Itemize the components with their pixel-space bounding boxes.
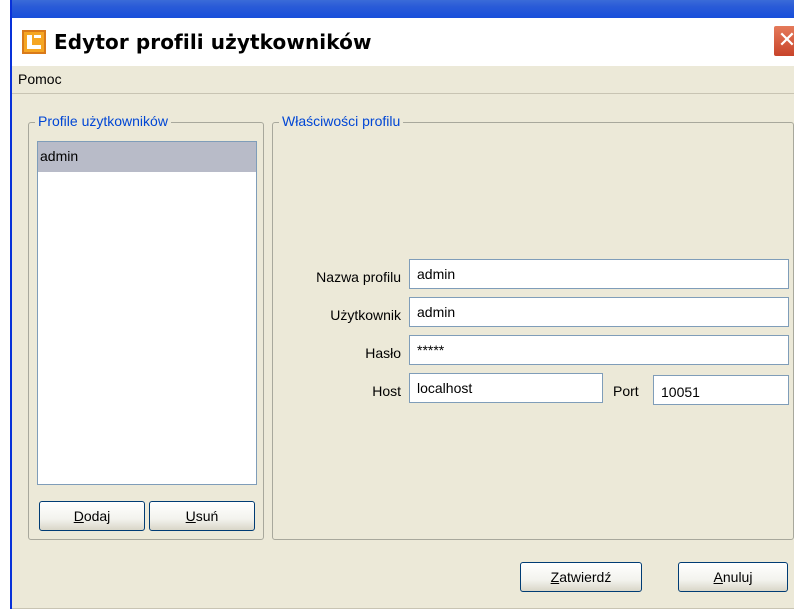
- cancel-button[interactable]: Anuluj: [678, 562, 788, 592]
- port-input[interactable]: 10051: [653, 375, 789, 405]
- menu-bar: Pomoc: [12, 66, 794, 94]
- confirm-button-label: atwierdź: [559, 569, 612, 585]
- confirm-button[interactable]: Zatwierdź: [520, 562, 642, 592]
- host-label: Host: [372, 383, 401, 399]
- host-input[interactable]: localhost: [409, 373, 603, 403]
- remove-button-mnemonic: U: [185, 508, 196, 524]
- properties-group: Właściwości profilu Nazwa profilu admin …: [272, 113, 794, 540]
- remove-profile-button[interactable]: Usuń: [149, 501, 255, 531]
- app-logo-icon: [22, 30, 46, 54]
- confirm-button-mnemonic: Z: [550, 569, 560, 585]
- cancel-button-mnemonic: A: [713, 569, 723, 585]
- user-label: Użytkownik: [330, 307, 401, 323]
- profile-name-label: Nazwa profilu: [316, 269, 401, 285]
- profiles-list[interactable]: admin: [37, 141, 257, 485]
- properties-group-legend: Właściwości profilu: [279, 113, 404, 129]
- add-button-mnemonic: D: [73, 508, 84, 524]
- add-button-label: odaj: [83, 508, 111, 524]
- list-item[interactable]: admin: [38, 142, 256, 172]
- remove-button-label: suń: [195, 508, 219, 524]
- menu-item-help[interactable]: Pomoc: [14, 71, 66, 87]
- window-title: Edytor profili użytkowników: [54, 30, 372, 54]
- close-button[interactable]: ✕: [772, 24, 794, 58]
- password-input[interactable]: *****: [409, 335, 789, 365]
- title-bar[interactable]: Edytor profili użytkowników ✕: [12, 0, 794, 66]
- user-input[interactable]: admin: [409, 297, 789, 327]
- profiles-group: Profile użytkowników admin Dodaj Usuń: [28, 113, 264, 540]
- cancel-button-label: nuluj: [722, 569, 753, 585]
- profile-name-input[interactable]: admin: [409, 259, 789, 289]
- editor-window: Edytor profili użytkowników ✕ Pomoc Prof…: [10, 0, 794, 609]
- port-label: Port: [613, 383, 639, 399]
- close-icon: ✕: [778, 27, 794, 52]
- password-label: Hasło: [365, 345, 401, 361]
- profiles-group-legend: Profile użytkowników: [35, 113, 171, 129]
- add-profile-button[interactable]: Dodaj: [39, 501, 145, 531]
